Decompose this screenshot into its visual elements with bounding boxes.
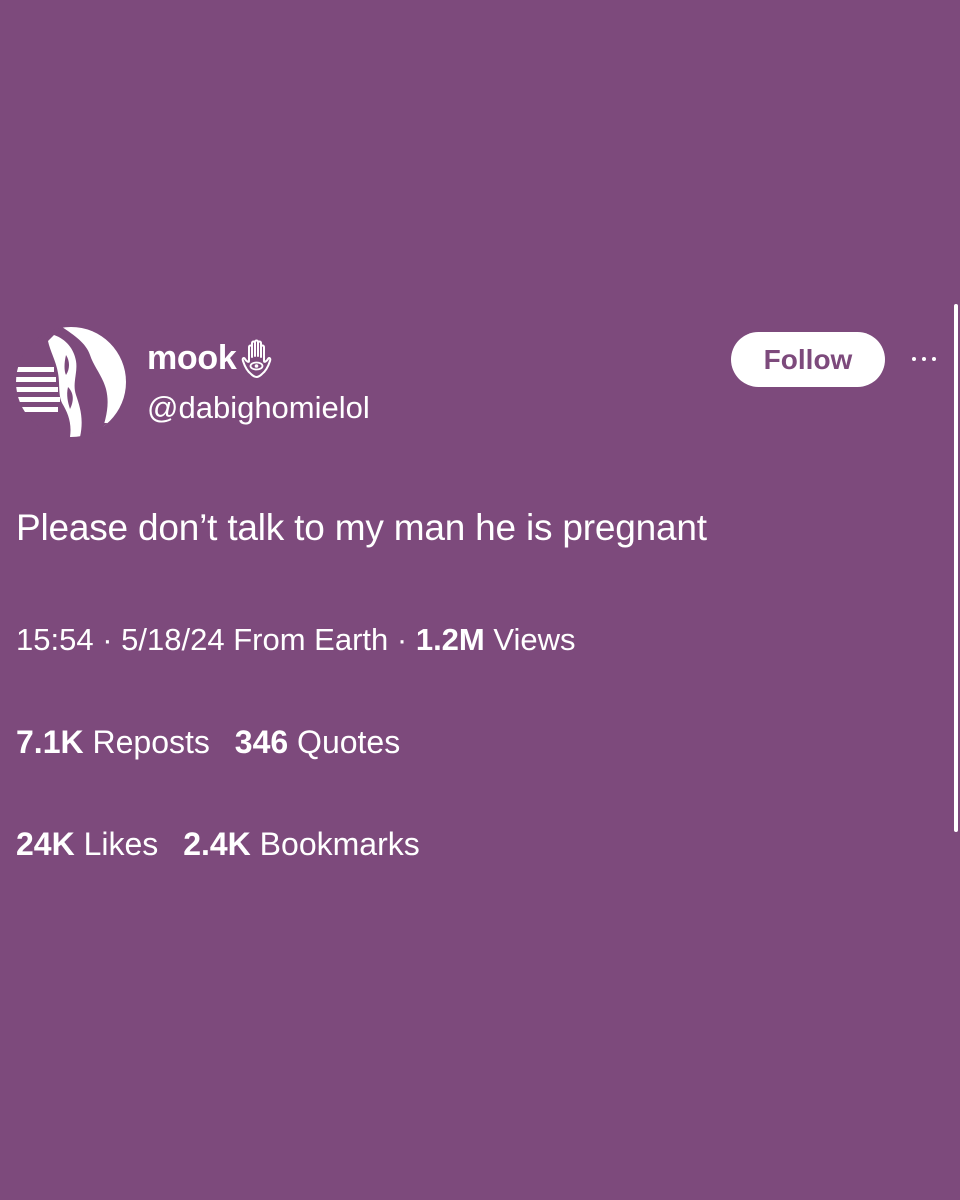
likes-stat[interactable]: 24K Likes (16, 822, 158, 866)
more-options-icon[interactable] (904, 344, 944, 374)
engagement-row-1: 7.1K Reposts 346 Quotes (16, 720, 416, 764)
bookmarks-stat[interactable]: 2.4K Bookmarks (183, 822, 420, 866)
bookmarks-label: Bookmarks (259, 826, 420, 862)
meta-separator: · (102, 622, 113, 657)
scrollbar[interactable] (954, 304, 958, 832)
avatar[interactable] (14, 327, 128, 437)
likes-label: Likes (83, 826, 159, 862)
tweet-meta: 15:54 · 5/18/24 From Earth · 1.2M Views (16, 618, 576, 662)
meta-separator: · (396, 622, 408, 657)
quotes-label: Quotes (297, 724, 401, 760)
engagement-row-2: 24K Likes 2.4K Bookmarks (16, 822, 436, 866)
reposts-stat[interactable]: 7.1K Reposts (16, 720, 210, 764)
reposts-label: Reposts (92, 724, 210, 760)
likes-count: 24K (16, 826, 75, 862)
quotes-count: 346 (234, 724, 289, 760)
author-name-row: mook (147, 336, 274, 380)
more-dot (912, 357, 916, 361)
follow-button[interactable]: Follow (731, 332, 885, 387)
bookmarks-count: 2.4K (183, 826, 251, 862)
tweet-text: Please don’t talk to my man he is pregna… (16, 507, 707, 548)
hamsa-icon (242, 339, 272, 378)
views-count: 1.2M (415, 622, 485, 657)
reposts-count: 7.1K (16, 724, 84, 760)
more-dot (932, 357, 936, 361)
tweet-date[interactable]: 5/18/24 (121, 622, 224, 657)
tweet-time[interactable]: 15:54 (16, 622, 94, 657)
more-dot (922, 357, 926, 361)
display-name[interactable]: mook (147, 336, 237, 380)
views-label: Views (493, 622, 576, 657)
quotes-stat[interactable]: 346 Quotes (235, 720, 400, 764)
author-handle[interactable]: @dabighomielol (147, 386, 370, 430)
tweet-card: mook @dabighomielol Follow Please don’t … (0, 0, 960, 1200)
tweet-source: From Earth (233, 622, 389, 657)
